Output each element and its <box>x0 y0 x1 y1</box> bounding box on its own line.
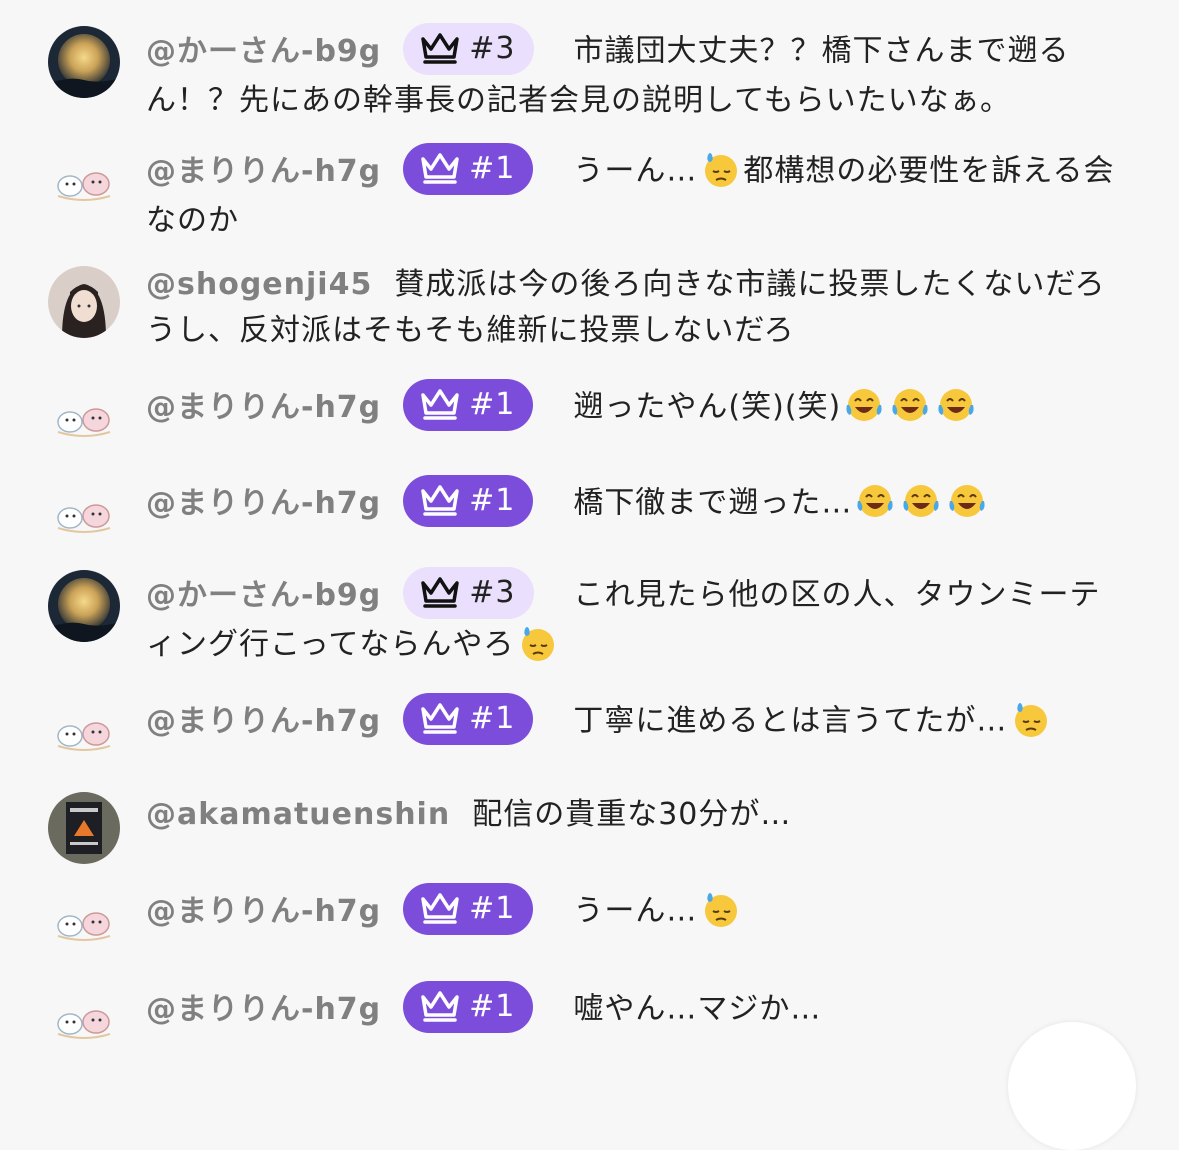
laugh-emoji-icon <box>855 481 895 521</box>
rank-badge: #3 <box>403 567 534 619</box>
message-text: 丁寧に進めるとは言うてたが… <box>573 703 1008 739</box>
sweat-emoji-icon <box>700 889 740 929</box>
laugh-emoji-icon <box>947 481 987 521</box>
crown-icon <box>419 481 461 517</box>
laugh-emoji-icon <box>936 385 976 425</box>
laugh-emoji-icon <box>890 385 930 425</box>
message-body: @かーさん-b9g #3 市議団大丈夫？？橋下さんまで遡るん！？先にあの幹事長の記者… <box>146 23 1126 124</box>
username[interactable]: @まりりん-h7g <box>146 390 381 425</box>
rank-badge: #1 <box>403 143 534 195</box>
rank-badge: #3 <box>403 23 534 75</box>
avatar[interactable] <box>48 266 120 338</box>
message-body: @まりりん-h7g #1 嘘やん…マジか… <box>146 981 1126 1036</box>
username[interactable]: @akamatuenshin <box>146 797 450 832</box>
avatar[interactable] <box>48 570 120 642</box>
crown-icon <box>419 889 461 925</box>
avatar[interactable] <box>48 888 120 960</box>
rank-badge: #1 <box>403 981 534 1033</box>
avatar[interactable] <box>48 480 120 552</box>
message-text: 遡ったやん(笑)(笑) <box>573 389 842 425</box>
message-text: うーん… <box>573 153 698 189</box>
chat-list: @かーさん-b9g #3 市議団大丈夫？？橋下さんまで遡るん！？先にあの幹事長の記者… <box>0 0 1179 1068</box>
message-body: @shogenji45 賛成派は今の後ろ向きな市議に投票したくないだろうし、反対派… <box>146 262 1126 354</box>
avatar[interactable] <box>48 384 120 456</box>
crown-icon <box>419 29 461 65</box>
rank-badge: #1 <box>403 379 534 431</box>
username[interactable]: @まりりん-h7g <box>146 486 381 521</box>
message-text: 嘘やん…マジか… <box>573 991 822 1027</box>
avatar[interactable] <box>48 792 120 864</box>
laugh-emoji-icon <box>844 385 884 425</box>
rank-badge: #1 <box>403 883 534 935</box>
avatar[interactable] <box>48 698 120 770</box>
rank-badge: #1 <box>403 693 534 745</box>
rank-label: #1 <box>469 483 516 518</box>
username[interactable]: @shogenji45 <box>146 267 372 302</box>
username[interactable]: @まりりん-h7g <box>146 154 381 189</box>
message-body: @まりりん-h7g #1 丁寧に進めるとは言うてたが… <box>146 693 1126 748</box>
message-body: @まりりん-h7g #1 うーん… <box>146 883 1126 938</box>
crown-icon <box>419 385 461 421</box>
message-body: @まりりん-h7g #1 遡ったやん(笑)(笑) <box>146 379 1126 434</box>
crown-icon <box>419 987 461 1023</box>
laugh-emoji-icon <box>901 481 941 521</box>
crown-icon <box>419 699 461 735</box>
floating-action-button[interactable] <box>1008 1022 1136 1150</box>
message-text: 橋下徹まで遡った… <box>573 485 853 521</box>
rank-label: #1 <box>469 701 516 736</box>
username[interactable]: @まりりん-h7g <box>146 704 381 739</box>
username[interactable]: @かーさん-b9g <box>146 34 381 69</box>
rank-label: #3 <box>469 575 516 610</box>
sweat-emoji-icon <box>1010 699 1050 739</box>
sweat-emoji-icon <box>700 149 740 189</box>
message-body: @まりりん-h7g #1 橋下徹まで遡った… <box>146 475 1126 530</box>
rank-label: #1 <box>469 891 516 926</box>
rank-label: #1 <box>469 151 516 186</box>
username[interactable]: @かーさん-b9g <box>146 578 381 613</box>
username[interactable]: @まりりん-h7g <box>146 894 381 929</box>
message-body: @akamatuenshin 配信の貴重な30分が… <box>146 792 1126 838</box>
avatar[interactable] <box>48 148 120 220</box>
message-text: 配信の貴重な30分が… <box>472 797 792 832</box>
username[interactable]: @まりりん-h7g <box>146 992 381 1027</box>
rank-label: #1 <box>469 989 516 1024</box>
message-text: うーん… <box>573 893 698 929</box>
rank-label: #3 <box>469 31 516 66</box>
message-body: @かーさん-b9g #3 これ見たら他の区の人、タウンミーティング行こってならんやろ <box>146 567 1126 668</box>
rank-label: #1 <box>469 387 516 422</box>
avatar[interactable] <box>48 26 120 98</box>
message-body: @まりりん-h7g #1 うーん… 都構想の必要性を訴える会なのか <box>146 143 1126 244</box>
crown-icon <box>419 573 461 609</box>
crown-icon <box>419 149 461 185</box>
rank-badge: #1 <box>403 475 534 527</box>
sweat-emoji-icon <box>517 623 557 663</box>
avatar[interactable] <box>48 986 120 1058</box>
